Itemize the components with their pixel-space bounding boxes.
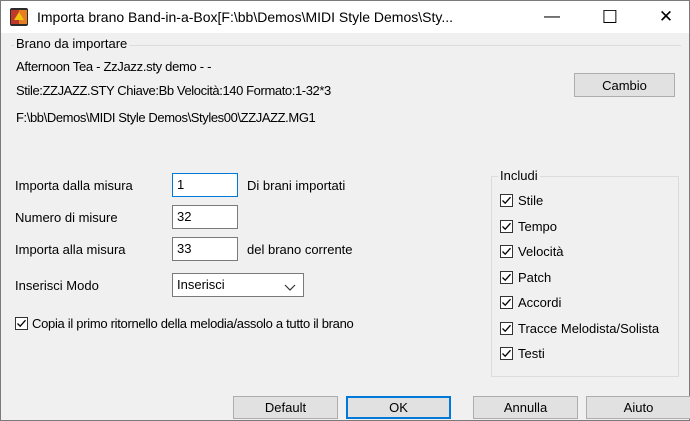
cancel-button[interactable]: Annulla [473, 396, 578, 419]
band-in-a-box-app-icon [10, 8, 28, 26]
checkmark-icon [502, 273, 511, 282]
include-label: Testi [518, 346, 545, 361]
include-checkbox-tracce-melodista-solista[interactable] [500, 322, 513, 335]
copy-first-chorus-label: Copia il primo ritornello della melodia/… [32, 316, 354, 331]
include-checkbox-tempo[interactable] [500, 220, 513, 233]
include-label: Accordi [518, 295, 562, 310]
song-info: Stile:ZZJAZZ.STY Chiave:Bb Velocità:140 … [16, 83, 331, 98]
close-icon: ✕ [658, 7, 674, 26]
num-bars-field[interactable]: 32 [172, 205, 238, 229]
song-path: F:\bb\Demos\MIDI Style Demos\Styles00\ZZ… [16, 110, 316, 125]
insert-mode-label: Inserisci Modo [15, 278, 99, 293]
import-to-field[interactable]: 33 [172, 237, 238, 261]
window-title: Importa brano Band-in-a-Box[F:\bb\Demos\… [37, 9, 454, 25]
import-to-label: Importa alla misura [15, 242, 126, 257]
import-from-field[interactable]: 1 [172, 173, 238, 197]
import-song-dialog: Importa brano Band-in-a-Box[F:\bb\Demos\… [0, 0, 690, 421]
checkmark-icon [502, 222, 511, 231]
include-label: Patch [518, 270, 552, 285]
song-group-legend: Brano da importare [14, 36, 130, 51]
chevron-down-icon [284, 280, 296, 295]
help-button[interactable]: Aiuto [586, 396, 690, 419]
change-button[interactable]: Cambio [574, 73, 675, 97]
include-label: Stile [518, 193, 544, 208]
insert-mode-value: Inserisci [177, 277, 225, 292]
maximize-icon: ☐ [601, 6, 619, 27]
default-button[interactable]: Default [233, 396, 338, 419]
include-checkbox-velocit-[interactable] [500, 245, 513, 258]
include-checkbox-testi[interactable] [500, 347, 513, 360]
minimize-button[interactable]: — [529, 1, 575, 33]
close-button[interactable]: ✕ [643, 1, 689, 33]
title-bar[interactable]: Importa brano Band-in-a-Box[F:\bb\Demos\… [1, 1, 689, 33]
import-to-suffix: del brano corrente [247, 242, 353, 257]
copy-first-chorus-checkbox[interactable] [15, 317, 28, 330]
checkmark-icon [502, 196, 511, 205]
checkmark-icon [502, 324, 511, 333]
import-from-suffix: Di brani importati [247, 178, 346, 193]
num-bars-label: Numero di misure [15, 210, 118, 225]
checkmark-icon [502, 247, 511, 256]
include-checkbox-stile[interactable] [500, 194, 513, 207]
maximize-button[interactable]: ☐ [587, 1, 633, 33]
checkmark-icon [502, 298, 511, 307]
minimize-icon: — [544, 8, 560, 25]
checkmark-icon [17, 319, 26, 328]
include-checkbox-patch[interactable] [500, 271, 513, 284]
include-checkbox-accordi[interactable] [500, 296, 513, 309]
insert-mode-select[interactable]: Inserisci [172, 273, 304, 297]
include-label: Tempo [518, 219, 558, 234]
song-title: Afternoon Tea - ZzJazz.sty demo - - [16, 59, 212, 74]
checkmark-icon [502, 349, 511, 358]
import-from-label: Importa dalla misura [15, 178, 133, 193]
ok-button[interactable]: OK [346, 396, 451, 419]
include-label: Tracce Melodista/Solista [518, 321, 660, 336]
include-group-legend: Includi [498, 168, 540, 183]
include-label: Velocità [518, 244, 564, 259]
